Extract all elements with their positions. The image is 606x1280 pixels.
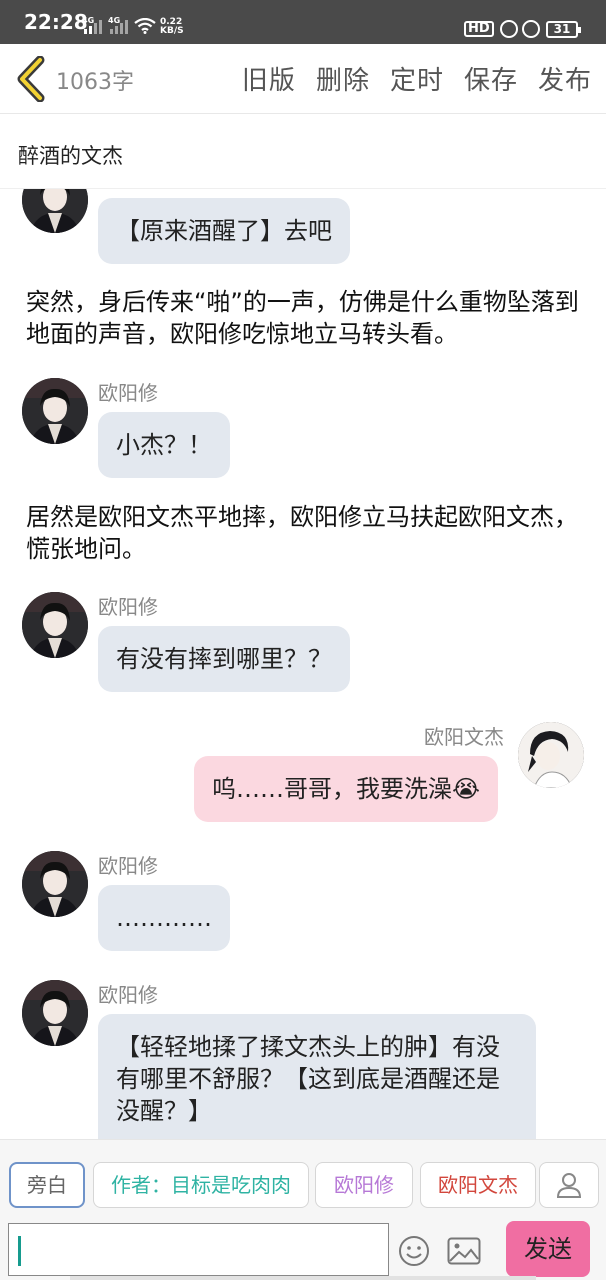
character-name: 欧阳文杰 bbox=[424, 725, 504, 749]
role-author-button[interactable]: 作者：目标是吃肉肉 bbox=[93, 1162, 309, 1208]
chat-bubble[interactable]: ………… bbox=[98, 885, 230, 951]
network-speed: 0.22 KB/S bbox=[160, 17, 184, 36]
chat-bubble[interactable]: 【原来酒醒了】去吧 bbox=[98, 198, 350, 264]
narration-text[interactable]: 突然，身后传来“啪”的一声，仿佛是什么重物坠落到地面的声音，欧阳修吃惊地立马转头… bbox=[26, 286, 582, 350]
avatar[interactable] bbox=[22, 980, 88, 1046]
header-actions: 旧版 删除 定时 保存 发布 bbox=[242, 60, 592, 97]
signal-icon bbox=[84, 20, 102, 34]
alarm-icon bbox=[522, 20, 540, 38]
delete-button[interactable]: 删除 bbox=[316, 60, 370, 97]
chat-bubble[interactable]: 【轻轻地揉了揉文杰头上的肿】有没有哪里不舒服？【这到底是酒醒还是没醒？】 bbox=[98, 1014, 536, 1139]
character-name: 欧阳修 bbox=[98, 381, 158, 405]
avatar[interactable] bbox=[22, 592, 88, 658]
role-ouyangwenjie-button[interactable]: 欧阳文杰 bbox=[420, 1162, 536, 1208]
chat-bubble[interactable]: 有没有摔到哪里？？ bbox=[98, 626, 350, 692]
character-name: 欧阳修 bbox=[98, 595, 158, 619]
role-ouyangxiu-button[interactable]: 欧阳修 bbox=[315, 1162, 413, 1208]
send-button[interactable]: 发送 bbox=[506, 1221, 590, 1277]
signal-icon-2 bbox=[110, 20, 128, 34]
editor-header: 1063字 旧版 删除 定时 保存 发布 bbox=[0, 44, 606, 114]
hd-icon: HD bbox=[464, 21, 494, 37]
battery-icon: 31 bbox=[546, 21, 581, 38]
avatar[interactable] bbox=[22, 851, 88, 917]
narration-text[interactable]: 居然是欧阳文杰平地摔，欧阳修立马扶起欧阳文杰，慌张地问。 bbox=[26, 501, 582, 565]
story-title-bar[interactable]: 醉酒的文杰 bbox=[0, 115, 606, 189]
status-bar: 22:28 4G 4G 0.22 KB/S HD 31 bbox=[0, 0, 606, 44]
publish-button[interactable]: 发布 bbox=[538, 60, 592, 97]
emoji-icon[interactable] bbox=[398, 1235, 430, 1267]
status-time: 22:28 bbox=[24, 10, 88, 34]
gesture-bar bbox=[70, 1276, 536, 1280]
avatar[interactable] bbox=[22, 378, 88, 444]
add-role-button[interactable] bbox=[539, 1162, 599, 1208]
avatar[interactable] bbox=[22, 189, 88, 233]
text-caret bbox=[18, 1236, 21, 1266]
word-count: 1063字 bbox=[56, 70, 134, 95]
chat-content[interactable]: 【原来酒醒了】去吧 突然，身后传来“啪”的一声，仿佛是什么重物坠落到地面的声音，… bbox=[0, 189, 606, 1139]
image-icon[interactable] bbox=[447, 1237, 481, 1265]
character-name: 欧阳修 bbox=[98, 983, 158, 1007]
role-selector-bar: 旁白 作者：目标是吃肉肉 欧阳修 欧阳文杰 bbox=[0, 1139, 606, 1219]
back-icon[interactable] bbox=[14, 56, 50, 102]
lock-icon bbox=[500, 20, 518, 38]
person-icon bbox=[556, 1173, 582, 1198]
avatar[interactable] bbox=[518, 722, 584, 788]
message-input-bar: 发送 bbox=[0, 1219, 606, 1280]
role-narration-button[interactable]: 旁白 bbox=[9, 1162, 85, 1208]
character-name: 欧阳修 bbox=[98, 854, 158, 878]
chat-bubble[interactable]: 小杰？！ bbox=[98, 412, 230, 478]
wifi-icon bbox=[134, 18, 156, 34]
message-input[interactable] bbox=[8, 1223, 389, 1276]
story-title[interactable]: 醉酒的文杰 bbox=[18, 140, 123, 170]
save-button[interactable]: 保存 bbox=[464, 60, 518, 97]
chat-bubble[interactable]: 呜……哥哥，我要洗澡😭 bbox=[194, 756, 499, 822]
old-version-button[interactable]: 旧版 bbox=[242, 60, 296, 97]
schedule-button[interactable]: 定时 bbox=[390, 60, 444, 97]
